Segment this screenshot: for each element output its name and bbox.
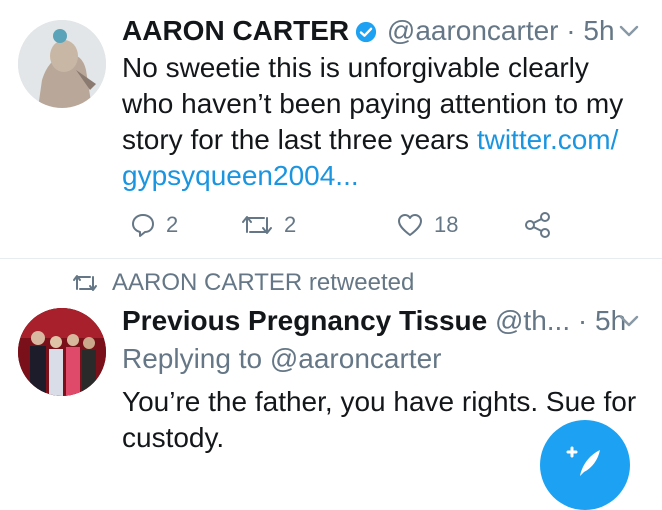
tweet-divider	[0, 258, 662, 259]
user-handle[interactable]: @th...	[495, 305, 570, 336]
avatar-image	[18, 308, 106, 396]
separator-dot: ·	[566, 15, 576, 46]
retweet-count: 2	[284, 212, 297, 237]
heart-icon	[398, 214, 422, 236]
retweet-icon	[73, 275, 97, 291]
reply-count: 2	[166, 212, 179, 237]
tweet-actions: 2 2 18	[122, 205, 642, 245]
retweet-banner-label: AARON CARTER retweeted	[112, 269, 415, 296]
reply-icon	[132, 214, 154, 237]
tweet-text: No sweetie this is unforgivable clearly …	[122, 50, 642, 194]
compose-tweet-icon	[566, 446, 600, 476]
tweet[interactable]: AARON CARTER @aaroncarter · 5h No sweeti…	[0, 0, 662, 258]
verified-badge-icon	[356, 21, 377, 43]
avatar[interactable]	[18, 308, 106, 396]
user-handle[interactable]: @aaroncarter	[387, 15, 559, 46]
like-count: 18	[434, 212, 459, 237]
share-icon	[525, 212, 550, 238]
retweet-button[interactable]: 2	[240, 205, 296, 245]
display-name[interactable]: Previous Pregnancy Tissue	[122, 305, 487, 336]
avatar-image	[18, 20, 106, 108]
reply-button[interactable]: 2	[130, 205, 178, 245]
retweet-icon	[242, 216, 272, 234]
chevron-down-icon[interactable]	[618, 24, 640, 38]
replying-to[interactable]: Replying to @aaroncarter	[122, 342, 441, 376]
avatar[interactable]	[18, 20, 106, 108]
tweet-header: AARON CARTER @aaroncarter · 5h	[122, 14, 615, 48]
timestamp[interactable]: 5h	[583, 15, 614, 46]
tweet-header: Previous Pregnancy Tissue @th... · 5h	[122, 304, 626, 338]
share-button[interactable]	[524, 205, 552, 245]
separator-dot: ·	[577, 305, 588, 336]
like-button[interactable]: 18	[396, 205, 458, 245]
chevron-down-icon[interactable]	[618, 314, 640, 328]
display-name[interactable]: AARON CARTER	[122, 15, 349, 46]
retweet-banner[interactable]: AARON CARTER retweeted	[72, 268, 414, 298]
compose-tweet-button[interactable]	[540, 420, 630, 510]
